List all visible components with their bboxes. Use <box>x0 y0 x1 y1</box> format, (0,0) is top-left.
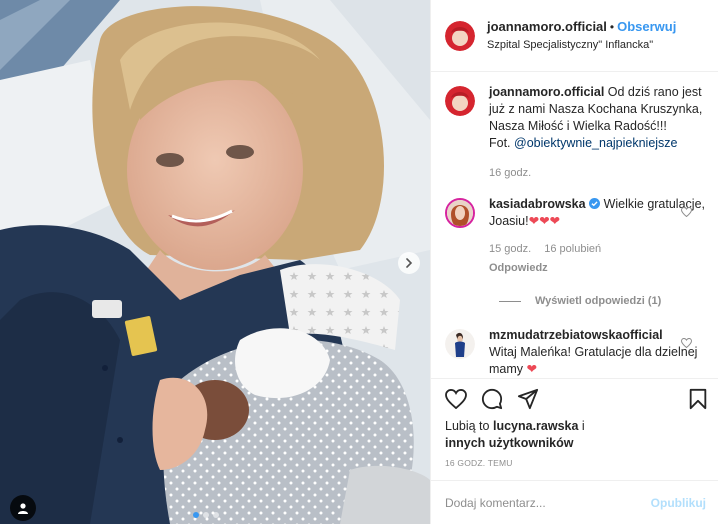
avatar[interactable] <box>445 86 475 116</box>
comment-meta: 15 godz. 16 polubień Odpowiedz <box>489 241 706 277</box>
verified-icon <box>589 198 601 209</box>
caption-body: joannamoro.official Od dziś rano jest ju… <box>489 84 706 182</box>
comment-button[interactable] <box>481 388 503 410</box>
comment-item: mzmudatrzebiatowskaofficial Witaj Maleńk… <box>445 327 706 378</box>
action-bar <box>431 378 718 418</box>
view-replies-button[interactable]: Wyświetl odpowiedzi (1) <box>499 295 706 307</box>
heart-icon <box>445 388 467 409</box>
add-comment-bar: Opublikuj <box>431 480 718 524</box>
comment-body: kasiadabrowska Wielkie gratulacje, Joasi… <box>489 196 706 277</box>
reply-button[interactable]: Odpowiedz <box>489 260 696 277</box>
caption-username[interactable]: joannamoro.official <box>489 85 604 99</box>
comment-like-button[interactable] <box>680 206 693 220</box>
divider <box>499 300 521 302</box>
carousel-dot <box>213 512 219 518</box>
likes-summary: Lubią to lucyna.rawska i innych użytkown… <box>431 418 718 452</box>
header-text: joannamoro.official • Obserwuj Szpital Spe… <box>487 19 676 53</box>
user-tag-icon <box>18 503 28 514</box>
comment-item: kasiadabrowska Wielkie gratulacje, Joasi… <box>445 196 706 277</box>
post-side-panel: joannamoro.official • Obserwuj Szpital Spe… <box>430 0 718 524</box>
caption-time[interactable]: 16 godz. <box>489 167 531 179</box>
comment-like-button[interactable] <box>680 337 693 351</box>
comment-icon <box>481 388 503 409</box>
next-photo-button[interactable] <box>398 252 420 274</box>
comment-input[interactable] <box>445 495 651 510</box>
caption: joannamoro.official Od dziś rano jest ju… <box>445 84 706 182</box>
post-photo[interactable] <box>0 0 430 524</box>
avatar[interactable] <box>445 329 475 359</box>
likes-prefix: Lubią to <box>445 419 490 433</box>
likes-suffix: i <box>581 419 585 433</box>
comments-list[interactable]: joannamoro.official Od dziś rano jest ju… <box>431 72 718 378</box>
likes-others[interactable]: innych użytkowników <box>445 436 574 450</box>
comment-username[interactable]: mzmudatrzebiatowskaofficial <box>489 328 663 342</box>
carousel-indicator <box>193 512 219 518</box>
user-tags-button[interactable] <box>10 495 36 521</box>
instagram-post: joannamoro.official • Obserwuj Szpital Spe… <box>0 0 718 524</box>
post-header: joannamoro.official • Obserwuj Szpital Spe… <box>431 0 718 72</box>
separator: • <box>609 19 615 34</box>
comment-username[interactable]: kasiadabrowska <box>489 197 586 211</box>
share-icon <box>517 388 539 409</box>
publish-button[interactable]: Opublikuj <box>651 496 706 510</box>
comment-emoji: ❤ <box>526 362 537 376</box>
follow-button[interactable]: Obserwuj <box>617 19 676 34</box>
comment-time[interactable]: 15 godz. <box>489 243 531 255</box>
avatar[interactable] <box>445 20 475 51</box>
likes-user[interactable]: lucyna.rawska <box>493 419 578 433</box>
like-button[interactable] <box>445 388 467 409</box>
bookmark-icon <box>689 388 707 409</box>
view-replies-label: Wyświetl odpowiedzi (1) <box>535 295 662 307</box>
save-button[interactable] <box>688 388 708 410</box>
header-username[interactable]: joannamoro.official <box>487 19 607 34</box>
post-timestamp[interactable]: 16 GODZ. TEMU <box>431 452 718 468</box>
comment-body: mzmudatrzebiatowskaofficial Witaj Maleńk… <box>489 327 706 378</box>
comment-text: Witaj Maleńka! Gratulacje dla dzielnej m… <box>489 345 698 376</box>
avatar[interactable] <box>445 198 475 228</box>
caption-meta: 16 godz. <box>489 165 706 182</box>
comment-emoji: ❤❤❤ <box>528 214 561 228</box>
location-link[interactable]: Szpital Specjalistyczny" Inflancka" <box>487 38 676 53</box>
share-button[interactable] <box>517 388 539 410</box>
chevron-right-icon <box>406 258 413 268</box>
small-heart-icon <box>680 206 693 218</box>
carousel-dot <box>203 512 209 518</box>
photo-credit-prefix: Fot. <box>489 136 511 150</box>
carousel-dot <box>193 512 199 518</box>
comment-likes[interactable]: 16 polubień <box>544 243 601 255</box>
small-heart-icon <box>680 337 693 349</box>
photo-image <box>0 0 430 524</box>
photo-credit-mention[interactable]: @obiektywnie_najpiekniejsze <box>514 136 677 150</box>
